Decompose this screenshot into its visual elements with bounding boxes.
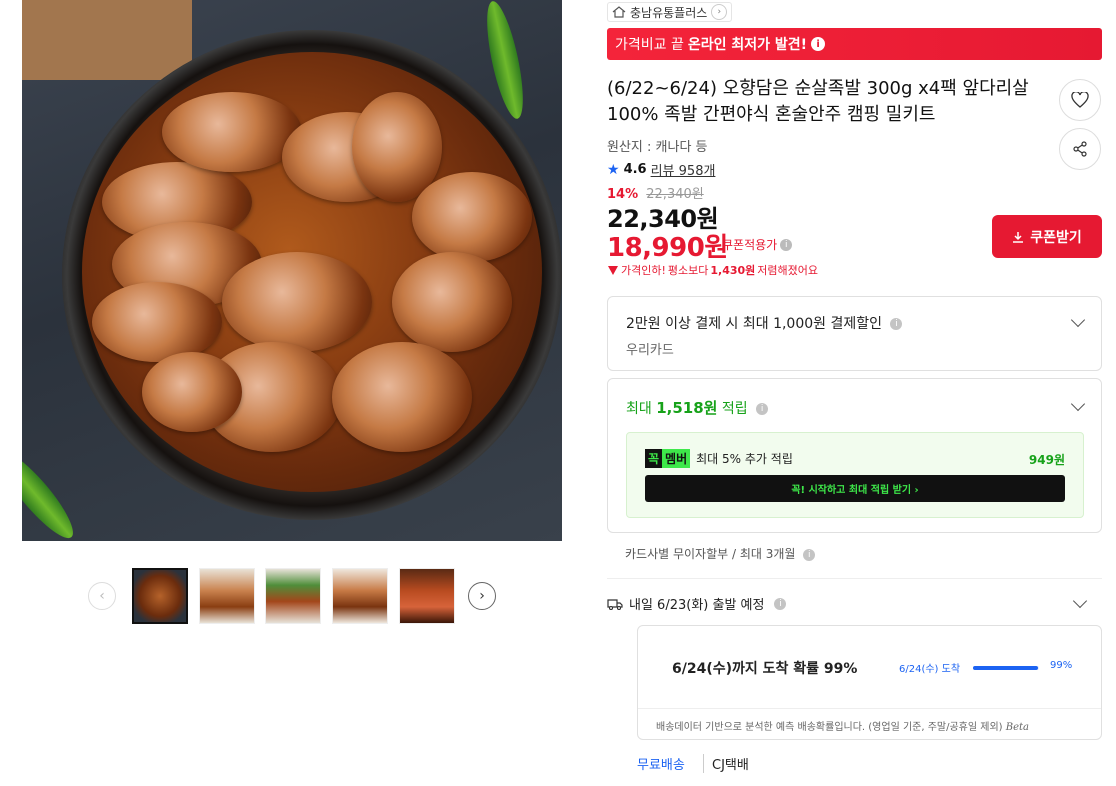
card-issuer: 우리카드 [626, 343, 674, 358]
prev-image-button[interactable]: ‹ [88, 582, 116, 610]
wishlist-button[interactable] [1059, 79, 1101, 121]
download-icon [1013, 231, 1024, 243]
installment-info: 카드사별 무이자할부 / 최대 3개월 i [625, 545, 816, 562]
membership-text: 최대 5% 추가 적립 [696, 452, 793, 466]
chevron-right-icon: › [479, 588, 485, 604]
plate [62, 30, 562, 520]
heart-icon [1071, 92, 1089, 108]
seller-name: 충남유통플러스 [630, 5, 708, 20]
info-icon[interactable]: i [756, 403, 769, 415]
wooden-board-decoration [22, 0, 192, 80]
home-icon [612, 6, 626, 18]
rating-summary: ★ 4.6 리뷰 958개 [607, 160, 716, 180]
seller-link[interactable]: 충남유통플러스 › [607, 2, 733, 22]
membership-badge: 꼭 멤버 최대 5% 추가 적립 [645, 449, 793, 468]
next-image-button[interactable]: › [468, 582, 496, 610]
share-icon [1073, 141, 1087, 157]
star-icon: ★ [607, 161, 620, 178]
delivery-probability-box: 6/24(수)까지 도착 확률 99% 6/24(수) 도착 99% 배송데이터… [637, 625, 1102, 740]
beta-label: Beta [1005, 722, 1029, 733]
info-icon[interactable]: i [811, 37, 826, 51]
installment-text: 카드사별 무이자할부 / 최대 3개월 [625, 547, 796, 561]
coupon-button-label: 쿠폰받기 [1030, 229, 1082, 246]
probability-note: 배송데이터 기반으로 분석한 예측 배송확률입니다. (영업일 기준, 주말/공… [656, 718, 1029, 733]
thumbnail[interactable] [199, 568, 255, 624]
thumbnail[interactable] [265, 568, 321, 624]
arrival-bar-label: 6/24(수) 도착 [899, 664, 961, 675]
price-drop-amount: 1,430원 [710, 264, 756, 277]
points-box: 최대 1,518원 적립 i 꼭 멤버 최대 5% 추가 적립 949원 꼭! … [607, 378, 1102, 533]
divider [638, 708, 1101, 709]
probability-bar-fill [973, 666, 1039, 670]
info-icon[interactable]: i [803, 548, 816, 561]
pepper-decoration [22, 443, 83, 541]
thumbnail[interactable] [132, 568, 188, 624]
arrival-probability: 6/24(수)까지 도착 확률 99% [672, 661, 858, 677]
note-text: 배송데이터 기반으로 분석한 예측 배송확률입니다. (영업일 기준, 주말/공… [656, 722, 1003, 733]
points-prefix: 최대 [626, 401, 652, 417]
product-info-panel: 충남유통플러스 › 가격비교 끝 온라인 최저가 발견! i (6/22~6/2… [607, 0, 1103, 786]
chevron-right-icon: › [711, 4, 728, 20]
membership-cta-button[interactable]: 꼭! 시작하고 최대 적립 받기 › [645, 475, 1065, 502]
thumbnail[interactable] [332, 568, 388, 624]
courier-label: CJ택배 [703, 754, 749, 773]
probability-bar [973, 666, 1039, 670]
coupon-price: 18,990원 [607, 233, 728, 263]
price-drop-prefix: 가격인하! [621, 264, 666, 277]
chevron-down-icon[interactable] [1070, 312, 1086, 328]
free-shipping-label: 무료배송 [637, 758, 685, 773]
coupon-price-label: 쿠폰적용가 i [722, 236, 793, 253]
membership-promo: 꼭 멤버 최대 5% 추가 적립 949원 꼭! 시작하고 최대 적립 받기 › [626, 432, 1084, 518]
info-icon[interactable]: i [780, 238, 793, 251]
coupon-label-text: 쿠폰적용가 [722, 238, 778, 252]
price-drop-notice: 가격인하! 평소보다 1,430원 저렴해졌어요 [607, 262, 818, 278]
info-icon[interactable]: i [774, 597, 787, 610]
download-coupon-button[interactable]: 쿠폰받기 [992, 215, 1102, 258]
lowest-price-banner[interactable]: 가격비교 끝 온라인 최저가 발견! i [607, 28, 1102, 60]
chevron-left-icon: ‹ [99, 588, 105, 604]
chevron-down-icon[interactable] [1072, 593, 1088, 609]
card-offer-text: 2만원 이상 결제 시 최대 1,000원 결제할인 [626, 316, 883, 332]
origin-info: 원산지 : 캐나다 등 [607, 140, 708, 155]
thumbnail-strip: ‹ › [88, 568, 498, 624]
promo-highlight: 온라인 최저가 발견! [687, 37, 808, 53]
price-drop-suffix: 저렴해졌어요 [757, 264, 819, 277]
thumbnail[interactable] [399, 568, 455, 624]
membership-amount: 949원 [1028, 453, 1065, 467]
product-title: (6/22~6/24) 오향담은 순살족발 300g x4팩 앞다리살100% … [607, 78, 1029, 125]
points-amount: 1,518원 [656, 399, 718, 417]
info-icon[interactable]: i [890, 318, 903, 330]
product-page: ‹ › 충남유통플러스 › 가격비교 끝 온라인 최저가 발견! i (6/22… [0, 0, 1116, 786]
down-arrow-icon [608, 266, 618, 275]
shipping-header[interactable]: 내일 6/23(화) 출발 예정 i [607, 594, 787, 613]
food [82, 52, 542, 492]
price-drop-middle: 평소보다 [667, 264, 709, 277]
reviews-link[interactable]: 리뷰 958개 [651, 160, 716, 179]
share-button[interactable] [1059, 128, 1101, 170]
badge-part-2: 멤버 [662, 449, 691, 468]
truck-icon [607, 598, 623, 610]
points-header: 최대 1,518원 적립 i [626, 397, 769, 418]
chevron-down-icon[interactable] [1070, 396, 1086, 412]
probability-percent: 99% [1050, 660, 1073, 671]
shipping-title: 내일 6/23(화) 출발 예정 [629, 598, 765, 613]
card-offer-line: 2만원 이상 결제 시 최대 1,000원 결제할인 i [626, 313, 903, 333]
card-discount-box[interactable]: 2만원 이상 결제 시 최대 1,000원 결제할인 i 우리카드 [607, 296, 1102, 371]
divider [607, 578, 1102, 579]
badge-part-1: 꼭 [645, 449, 663, 468]
main-product-image [22, 0, 562, 541]
points-suffix: 적립 [721, 401, 748, 417]
rating-score: 4.6 [623, 162, 647, 177]
promo-prefix: 가격비교 끝 [615, 37, 684, 53]
